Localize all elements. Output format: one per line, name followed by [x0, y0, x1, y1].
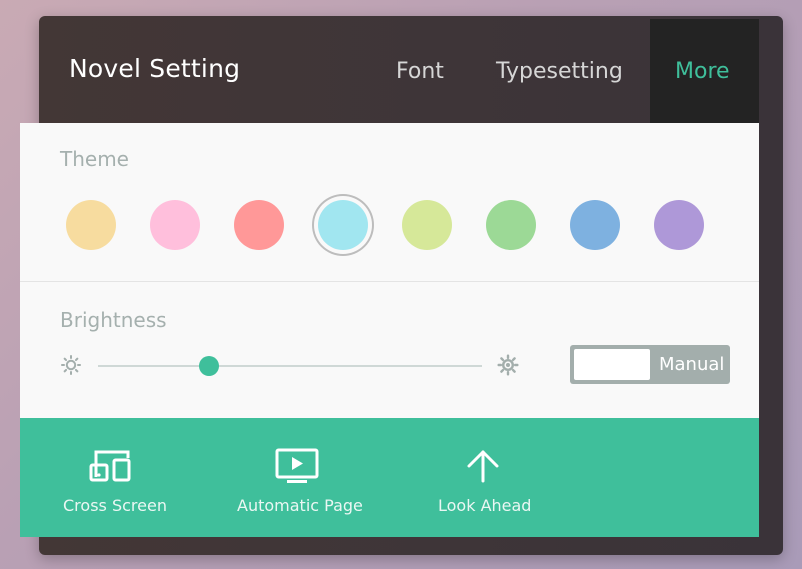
brightness-slider-thumb[interactable]: [199, 356, 220, 376]
theme-swatch-yellow[interactable]: [66, 200, 116, 250]
sun-low-icon: [61, 355, 81, 375]
devices-icon: [89, 450, 131, 482]
automatic-page-button[interactable]: Automatic Page: [237, 418, 363, 537]
theme-swatch-red[interactable]: [234, 200, 284, 250]
section-divider: [20, 281, 759, 282]
cross-screen-button[interactable]: Cross Screen: [63, 418, 167, 537]
brightness-label: Brightness: [60, 308, 167, 332]
settings-card: Theme Brightness Manual: [20, 123, 759, 418]
sun-high-icon: [497, 354, 519, 376]
look-ahead-button[interactable]: Look Ahead: [438, 418, 532, 537]
automatic-page-label: Automatic Page: [237, 496, 363, 515]
theme-swatch-lime[interactable]: [402, 200, 452, 250]
theme-swatch-blue[interactable]: [570, 200, 620, 250]
brightness-mode-toggle[interactable]: Manual: [570, 345, 730, 384]
tab-more[interactable]: More: [675, 59, 730, 84]
footer-toolbar: Cross Screen Automatic Page Look Ahead: [20, 418, 759, 537]
arrow-up-icon: [467, 450, 499, 483]
cross-screen-label: Cross Screen: [63, 496, 167, 515]
theme-swatch-purple[interactable]: [654, 200, 704, 250]
theme-label: Theme: [60, 147, 129, 171]
brightness-slider-track[interactable]: [98, 365, 482, 367]
theme-swatch-cyan[interactable]: [318, 200, 368, 250]
tab-typesetting[interactable]: Typesetting: [496, 59, 623, 84]
toggle-label: Manual: [659, 354, 725, 375]
theme-swatch-pink[interactable]: [150, 200, 200, 250]
panel-title: Novel Setting: [69, 54, 241, 83]
play-screen-icon: [275, 448, 319, 483]
look-ahead-label: Look Ahead: [438, 496, 532, 515]
theme-swatch-green[interactable]: [486, 200, 536, 250]
tab-font[interactable]: Font: [396, 59, 444, 84]
toggle-knob: [574, 349, 650, 380]
